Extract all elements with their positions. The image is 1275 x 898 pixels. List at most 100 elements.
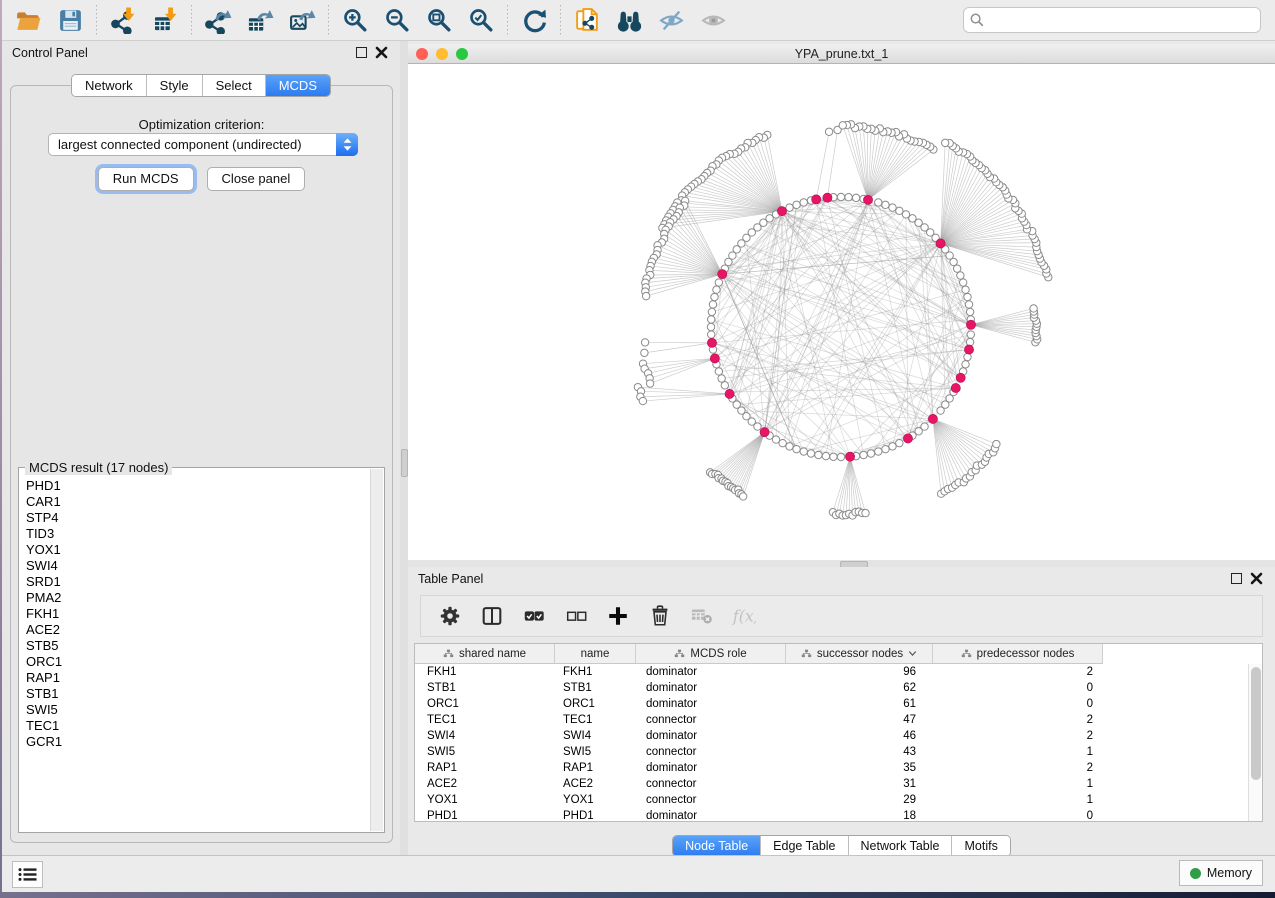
ring-node[interactable] bbox=[875, 448, 882, 455]
mcds-hub-node[interactable] bbox=[777, 207, 786, 216]
export-image-button[interactable] bbox=[286, 4, 318, 36]
ring-node[interactable] bbox=[967, 331, 974, 338]
mcds-hub-node[interactable] bbox=[725, 389, 734, 398]
zoom-in-button[interactable] bbox=[339, 4, 371, 36]
mcds-result-scrollbar[interactable] bbox=[370, 469, 383, 831]
ring-node[interactable] bbox=[711, 293, 718, 300]
mcds-hub-node[interactable] bbox=[903, 434, 912, 443]
ring-node[interactable] bbox=[860, 451, 867, 458]
mcds-hub-node[interactable] bbox=[845, 452, 854, 461]
select-all-button[interactable] bbox=[521, 603, 547, 629]
mcds-result-list[interactable]: PHD1CAR1STP4TID3YOX1SWI4SRD1PMA2FKH1ACE2… bbox=[19, 472, 371, 832]
mcds-hub-node[interactable] bbox=[964, 345, 973, 354]
document-share-button[interactable] bbox=[571, 4, 603, 36]
mcds-hub-node[interactable] bbox=[707, 338, 716, 347]
table-row[interactable]: PHD1PHD1dominator180 bbox=[415, 808, 1249, 822]
table-row[interactable]: ACE2ACE2connector311 bbox=[415, 776, 1249, 792]
tab-node-table[interactable]: Node Table bbox=[673, 836, 760, 856]
satellite-node[interactable] bbox=[639, 397, 646, 404]
mcds-hub-node[interactable] bbox=[951, 383, 960, 392]
delete-row-button[interactable] bbox=[647, 603, 673, 629]
table-row[interactable]: TEC1TEC1connector472 bbox=[415, 712, 1249, 728]
import-table-button[interactable] bbox=[149, 4, 181, 36]
ring-node[interactable] bbox=[708, 331, 715, 338]
function-fx-button[interactable]: f(x) bbox=[731, 603, 757, 629]
tab-network[interactable]: Network bbox=[72, 75, 146, 96]
satellite-node[interactable] bbox=[941, 139, 948, 146]
ring-node[interactable] bbox=[837, 453, 844, 460]
vertical-splitter[interactable] bbox=[400, 41, 408, 856]
ring-node[interactable] bbox=[786, 443, 793, 450]
column-header-shared-name[interactable]: shared name bbox=[415, 644, 555, 664]
ring-node[interactable] bbox=[721, 382, 728, 389]
column-header-predecessor-nodes[interactable]: predecessor nodes bbox=[933, 644, 1103, 664]
ring-node[interactable] bbox=[715, 279, 722, 286]
table-row[interactable]: ORC1ORC1dominator610 bbox=[415, 696, 1249, 712]
satellite-node[interactable] bbox=[862, 509, 869, 516]
mcds-result-node[interactable]: STB1 bbox=[26, 686, 371, 702]
mcds-hub-node[interactable] bbox=[936, 239, 945, 248]
ring-node[interactable] bbox=[889, 204, 896, 211]
mcds-result-node[interactable]: SRD1 bbox=[26, 574, 371, 590]
mcds-result-node[interactable]: ACE2 bbox=[26, 622, 371, 638]
mcds-result-node[interactable]: PHD1 bbox=[26, 478, 371, 494]
vertical-splitter-handle[interactable] bbox=[401, 449, 408, 477]
run-mcds-button[interactable]: Run MCDS bbox=[98, 167, 194, 191]
satellite-node[interactable] bbox=[739, 493, 746, 500]
ring-node[interactable] bbox=[708, 316, 715, 323]
ring-node[interactable] bbox=[896, 439, 903, 446]
satellite-node[interactable] bbox=[825, 128, 832, 135]
ring-node[interactable] bbox=[845, 194, 852, 201]
network-canvas[interactable] bbox=[408, 64, 1275, 560]
ring-node[interactable] bbox=[837, 193, 844, 200]
save-button[interactable] bbox=[54, 4, 86, 36]
satellite-node[interactable] bbox=[641, 339, 648, 346]
column-header-name[interactable]: name bbox=[555, 644, 636, 664]
settings-gear-button[interactable] bbox=[437, 603, 463, 629]
mcds-result-node[interactable]: SWI5 bbox=[26, 702, 371, 718]
criterion-dropdown[interactable]: largest connected component (undirected) bbox=[48, 133, 358, 156]
ring-node[interactable] bbox=[965, 301, 972, 308]
mcds-hub-node[interactable] bbox=[928, 414, 937, 423]
close-panel-button[interactable]: Close panel bbox=[207, 167, 306, 191]
open-folder-button[interactable] bbox=[12, 4, 44, 36]
satellite-node[interactable] bbox=[641, 349, 648, 356]
table-scrollbar[interactable] bbox=[1248, 664, 1262, 821]
column-header-MCDS-role[interactable]: MCDS role bbox=[636, 644, 786, 664]
ring-node[interactable] bbox=[882, 201, 889, 208]
ring-node[interactable] bbox=[709, 301, 716, 308]
deselect-all-button[interactable] bbox=[563, 603, 589, 629]
ring-node[interactable] bbox=[707, 323, 714, 330]
tab-edge-table[interactable]: Edge Table bbox=[760, 836, 847, 856]
network-graph[interactable] bbox=[408, 64, 1275, 560]
table-float-window-icon[interactable] bbox=[1231, 573, 1242, 584]
ring-node[interactable] bbox=[830, 453, 837, 460]
ring-node[interactable] bbox=[867, 450, 874, 457]
log-console-button[interactable] bbox=[12, 861, 43, 888]
ring-node[interactable] bbox=[889, 443, 896, 450]
mcds-result-node[interactable]: STP4 bbox=[26, 510, 371, 526]
ring-node[interactable] bbox=[800, 448, 807, 455]
table-row[interactable]: SWI5SWI5connector431 bbox=[415, 744, 1249, 760]
add-row-button[interactable] bbox=[605, 603, 631, 629]
ring-node[interactable] bbox=[708, 308, 715, 315]
ring-node[interactable] bbox=[754, 423, 761, 430]
table-scrollbar-thumb[interactable] bbox=[1251, 667, 1261, 780]
table-row[interactable]: YOX1YOX1connector291 bbox=[415, 792, 1249, 808]
ring-node[interactable] bbox=[713, 286, 720, 293]
ring-node[interactable] bbox=[882, 445, 889, 452]
mcds-hub-node[interactable] bbox=[956, 373, 965, 382]
mcds-result-node[interactable]: STB5 bbox=[26, 638, 371, 654]
mcds-result-node[interactable]: TEC1 bbox=[26, 718, 371, 734]
table-close-panel-icon[interactable] bbox=[1250, 572, 1263, 585]
ring-node[interactable] bbox=[800, 199, 807, 206]
satellite-node[interactable] bbox=[1030, 305, 1037, 312]
tab-select[interactable]: Select bbox=[202, 75, 265, 96]
tab-style[interactable]: Style bbox=[146, 75, 202, 96]
ring-node[interactable] bbox=[921, 423, 928, 430]
refresh-layout-button[interactable] bbox=[518, 4, 550, 36]
close-panel-icon[interactable] bbox=[375, 46, 388, 59]
mcds-hub-node[interactable] bbox=[710, 354, 719, 363]
ring-node[interactable] bbox=[966, 308, 973, 315]
ring-node[interactable] bbox=[807, 450, 814, 457]
